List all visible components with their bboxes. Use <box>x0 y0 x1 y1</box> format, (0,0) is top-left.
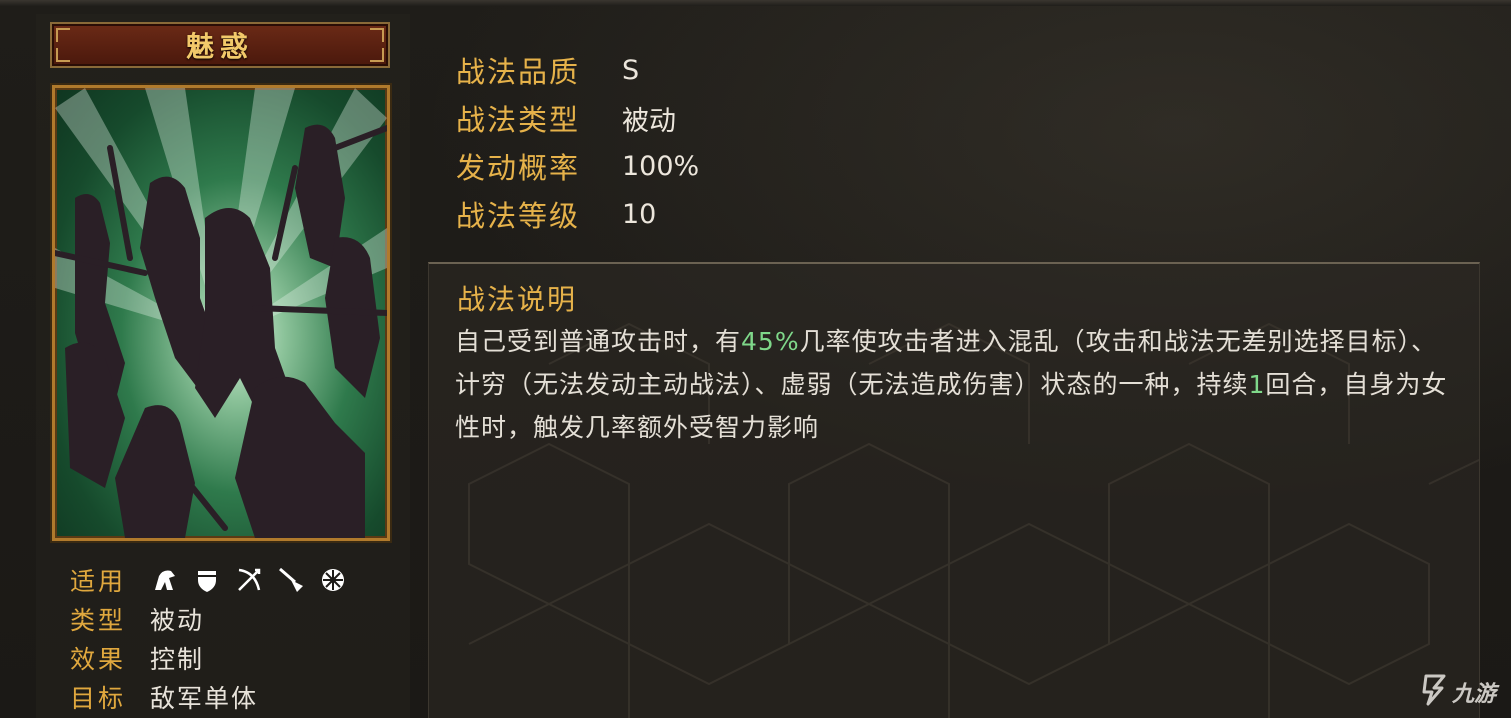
applicable-troops-row: 适用 <box>70 560 390 599</box>
skill-type-value: 被动 <box>622 105 676 137</box>
quality-value: S <box>622 54 640 86</box>
banner-corner-ornament <box>56 48 70 62</box>
spear-icon <box>276 565 306 595</box>
probability-label: 发动概率 <box>456 151 581 185</box>
skill-name: 魅惑 <box>185 30 254 63</box>
shield-icon <box>192 565 222 595</box>
description-title: 战法说明 <box>457 283 578 316</box>
level-label: 战法等级 <box>456 199 581 233</box>
jiuyou-logo-icon <box>1420 672 1450 712</box>
attribute-row-quality: 战法品质 S <box>456 46 856 94</box>
attribute-row-level: 战法等级 10 <box>456 190 856 238</box>
duration-highlight: 1 <box>1248 370 1266 399</box>
description-panel: 战法说明 自己受到普通攻击时，有45%几率使攻击者进入混乱（攻击和战法无差别选择… <box>428 262 1480 718</box>
effect-label: 效果 <box>70 644 127 674</box>
skill-detail-page: 魅惑 适用 类型 被动 效果 控制 目标 敌军单体 战法品质 S 战法类型 被动… <box>0 0 1511 718</box>
attribute-row-probability: 发动概率 100% <box>456 142 856 190</box>
banner-corner-ornament <box>56 28 70 42</box>
skill-name-banner: 魅惑 <box>50 22 390 68</box>
effect-row: 效果 控制 <box>70 638 390 677</box>
type-value: 被动 <box>150 605 205 635</box>
trigger-chance-highlight: 45% <box>741 327 800 356</box>
cavalry-icon <box>150 565 180 595</box>
applicable-label: 适用 <box>70 566 127 596</box>
banner-corner-ornament <box>370 28 384 42</box>
quality-label: 战法品质 <box>456 55 581 89</box>
target-value: 敌军单体 <box>150 683 259 713</box>
target-label: 目标 <box>70 683 127 713</box>
description-text: 自己受到普通攻击时，有45%几率使攻击者进入混乱（攻击和战法无差别选择目标）、计… <box>455 320 1455 449</box>
target-row: 目标 敌军单体 <box>70 677 390 716</box>
probability-value: 100% <box>622 150 700 182</box>
top-divider <box>0 0 1511 6</box>
attribute-row-type: 战法类型 被动 <box>456 94 856 142</box>
troop-icons <box>150 565 348 595</box>
watermark-text: 九游 <box>1452 682 1497 707</box>
level-value: 10 <box>622 198 657 230</box>
archer-icon <box>234 565 264 595</box>
skill-attributes: 战法品质 S 战法类型 被动 发动概率 100% 战法等级 10 <box>456 46 856 238</box>
type-label: 类型 <box>70 605 127 635</box>
siege-icon <box>318 565 348 595</box>
skill-meta: 适用 类型 被动 效果 控制 目标 敌军单体 <box>70 560 390 716</box>
jiuyou-watermark: 九游 <box>1420 672 1506 712</box>
type-row: 类型 被动 <box>70 599 390 638</box>
skill-artwork-illustration <box>55 88 387 538</box>
skill-type-label: 战法类型 <box>456 103 581 137</box>
banner-corner-ornament <box>370 48 384 62</box>
effect-value: 控制 <box>150 644 205 674</box>
description-part-1: 自己受到普通攻击时，有 <box>455 327 742 356</box>
skill-artwork <box>52 85 390 541</box>
